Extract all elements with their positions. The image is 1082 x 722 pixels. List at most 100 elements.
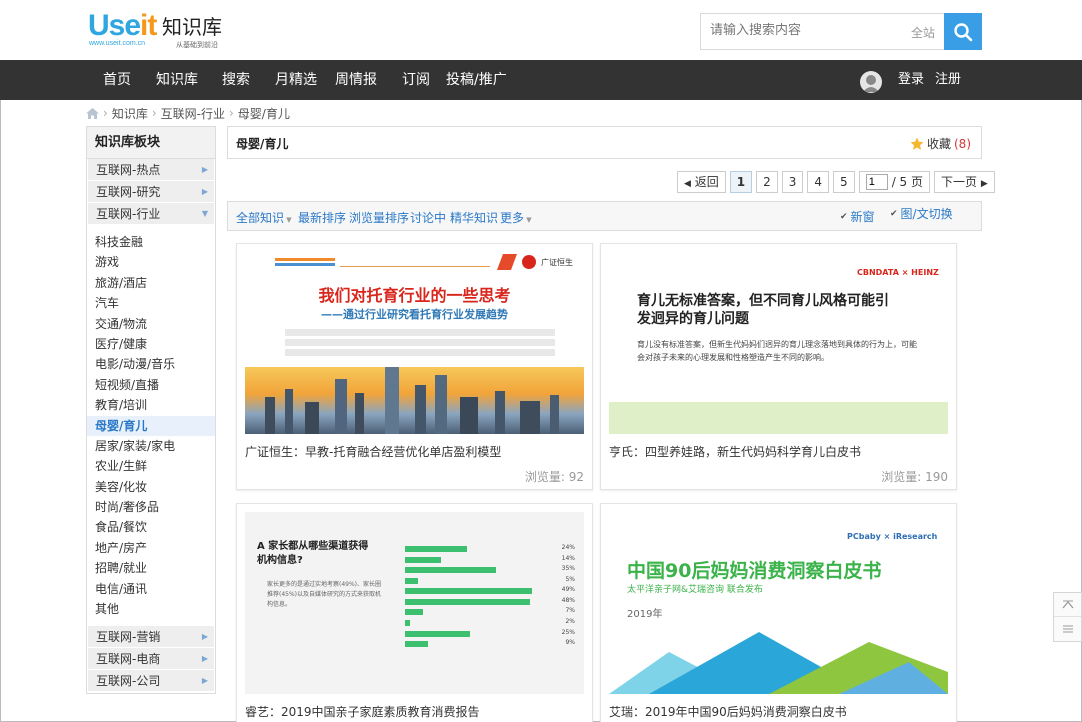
sidebar-subitem[interactable]: 汽车: [87, 293, 215, 313]
home-icon[interactable]: [86, 107, 99, 119]
sidebar-subitem[interactable]: 食品/餐饮: [87, 517, 215, 537]
nav-item-home[interactable]: 首页: [103, 60, 131, 100]
nav-item-submit[interactable]: 投稿/推广: [446, 60, 507, 100]
page-3[interactable]: 3: [781, 171, 804, 193]
card-title[interactable]: 艾瑞：2019年中国90后妈妈消费洞察白皮书: [609, 703, 847, 720]
sidebar-category-hot[interactable]: 互联网-热点 ▶: [88, 159, 214, 181]
sidebar-subitem[interactable]: 医疗/健康: [87, 334, 215, 354]
bar-value-label: 49%: [561, 586, 575, 594]
featured-link[interactable]: 精华知识: [450, 209, 498, 226]
back-button[interactable]: ◀ 返回: [677, 171, 726, 193]
sidebar-category-ecommerce[interactable]: 互联网-电商 ▶: [88, 648, 214, 671]
sidebar-subitem[interactable]: 游戏: [87, 252, 215, 272]
search-input[interactable]: [710, 23, 890, 38]
sidebar-subitem[interactable]: 短视频/直播: [87, 375, 215, 395]
favorite-button[interactable]: 收藏 (8): [910, 135, 971, 152]
sidebar-subitem[interactable]: 科技金融: [87, 232, 215, 252]
card-thumbnail[interactable]: A 家长都从哪些渠道获得机构信息? 家长更多的是通过实地考察(49%)、家长圈推…: [245, 512, 584, 694]
sidebar-subitem[interactable]: 时尚/奢侈品: [87, 497, 215, 517]
next-page-button[interactable]: 下一页 ▶: [934, 171, 995, 193]
back-to-top-button[interactable]: [1054, 593, 1081, 617]
city-skyline-image: [245, 367, 584, 434]
card-title[interactable]: 睿艺：2019中国亲子家庭素质教育消费报告: [245, 703, 480, 720]
filter-all-dropdown[interactable]: 全部知识 ▼: [236, 209, 292, 226]
floating-toolbar: [1053, 592, 1082, 642]
menu-button[interactable]: [1054, 617, 1081, 641]
thumbnail-brand: CBNDATA × HEINZ: [857, 268, 939, 277]
page-1[interactable]: 1: [729, 171, 753, 193]
sort-views-link[interactable]: 浏览量排序: [349, 209, 409, 226]
register-link[interactable]: 注册: [935, 60, 961, 100]
sidebar: 知识库板块 互联网-热点 ▶ 互联网-研究 ▶ 互联网-行业 ▼ 科技金融 游戏 旅游/酒…: [86, 126, 216, 694]
search-scope-select[interactable]: 全站: [911, 24, 935, 41]
sidebar-subitem[interactable]: 美容/化妆: [87, 477, 215, 497]
knowledge-card[interactable]: CBNDATA × HEINZ 育儿无标准答案，但不同育儿风格可能引发迥异的育儿…: [600, 243, 957, 490]
check-icon: ✔: [840, 211, 848, 222]
sidebar-subitem[interactable]: 母婴/育儿: [87, 415, 215, 436]
nav-item-weekly[interactable]: 周情报: [335, 60, 377, 100]
bar-value-label: 35%: [561, 565, 575, 573]
card-title[interactable]: 广证恒生：早教-托育融合经营优化单店盈利模型: [245, 443, 501, 460]
bar-row: 9%: [405, 639, 575, 649]
breadcrumb-item[interactable]: 互联网-行业: [161, 105, 225, 122]
bar: [405, 609, 424, 616]
new-window-checkbox[interactable]: ✔ 新窗: [840, 208, 875, 225]
chevron-right-icon: ▶: [201, 187, 208, 196]
thumbnail-brand: PCbaby × iResearch: [847, 532, 938, 541]
search-box: 全站: [700, 13, 945, 50]
card-thumbnail[interactable]: CBNDATA × HEINZ 育儿无标准答案，但不同育儿风格可能引发迥异的育儿…: [609, 252, 948, 434]
page-2[interactable]: 2: [756, 171, 778, 193]
sidebar-category-industry[interactable]: 互联网-行业 ▼: [88, 203, 214, 225]
knowledge-card[interactable]: 广证恒生 我们对托育行业的一些思考 ——通过行业研究看托育行业发展趋势 广证恒生…: [236, 243, 593, 490]
page-number-input[interactable]: [865, 174, 888, 190]
card-title[interactable]: 亨氏：四型养娃路，新生代妈妈科学育儿白皮书: [609, 443, 861, 460]
card-views: 浏览量: 92: [524, 470, 584, 484]
chevron-right-icon: ▶: [201, 654, 208, 664]
page-4[interactable]: 4: [807, 171, 830, 193]
thumbnail-headline: 我们对托育行业的一些思考: [318, 286, 511, 305]
view-toggle-checkbox[interactable]: ✔ 图/文切换: [890, 205, 953, 222]
sidebar-subitem[interactable]: 交通/物流: [87, 314, 215, 334]
sidebar-subitem[interactable]: 居家/家装/家电: [87, 436, 215, 456]
avatar-icon[interactable]: [860, 71, 882, 93]
sidebar-subitem[interactable]: 农业/生鲜: [87, 456, 215, 476]
card-thumbnail[interactable]: 广证恒生 我们对托育行业的一些思考 ——通过行业研究看托育行业发展趋势: [245, 252, 584, 434]
pagination: ◀ 返回 1 2 3 4 5 / 5 页 下一页 ▶: [677, 171, 999, 193]
nav-item-search[interactable]: 搜索: [222, 60, 250, 100]
nav-item-knowledge[interactable]: 知识库: [156, 60, 198, 100]
sidebar-subitem[interactable]: 旅游/酒店: [87, 273, 215, 293]
discussing-link[interactable]: 讨论中: [410, 209, 446, 226]
card-thumbnail[interactable]: PCbaby × iResearch 中国90后妈妈消费洞察白皮书 太平洋亲子网…: [609, 512, 948, 694]
chevron-right-icon: ▶: [201, 676, 208, 686]
knowledge-card[interactable]: A 家长都从哪些渠道获得机构信息? 家长更多的是通过实地考察(49%)、家长圈推…: [236, 503, 593, 722]
sidebar-subitem[interactable]: 招聘/就业: [87, 558, 215, 578]
bar-row: 5%: [405, 576, 575, 586]
chevron-right-icon: ▶: [201, 165, 208, 174]
sidebar-category-marketing[interactable]: 互联网-营销 ▶: [88, 626, 214, 649]
sidebar-subitem[interactable]: 教育/培训: [87, 395, 215, 415]
nav-item-subscribe[interactable]: 订阅: [402, 60, 430, 100]
sidebar-category-company[interactable]: 互联网-公司 ▶: [88, 670, 214, 693]
sidebar-subitem[interactable]: 电影/动漫/音乐: [87, 354, 215, 374]
breadcrumb-item[interactable]: 知识库: [112, 105, 148, 122]
more-dropdown[interactable]: 更多 ▼: [500, 209, 532, 226]
sidebar-category-research[interactable]: 互联网-研究 ▶: [88, 181, 214, 203]
nav-item-monthly[interactable]: 月精选: [275, 60, 317, 100]
site-logo[interactable]: Useit www.useit.com.cn 知识库 从基础到前沿: [88, 10, 223, 52]
sidebar-subitem[interactable]: 其他: [87, 599, 215, 619]
bar-value-label: 14%: [561, 554, 575, 562]
sort-latest-link[interactable]: 最新排序: [298, 209, 346, 226]
knowledge-card[interactable]: PCbaby × iResearch 中国90后妈妈消费洞察白皮书 太平洋亲子网…: [600, 503, 957, 722]
main-nav: 首页 知识库 搜索 月精选 周情报 订阅 投稿/推广 登录 注册: [0, 60, 1082, 100]
star-icon: [910, 137, 924, 150]
site-slogan: 从基础到前沿: [176, 41, 218, 49]
bar-row: 48%: [405, 597, 575, 607]
search-button[interactable]: [944, 13, 982, 50]
thumbnail-headline: 育儿无标准答案，但不同育儿风格可能引发迥异的育儿问题: [637, 293, 889, 327]
sidebar-title: 知识库板块: [87, 127, 215, 159]
sidebar-subitem[interactable]: 电信/通讯: [87, 579, 215, 599]
login-link[interactable]: 登录: [898, 60, 924, 100]
thumbnail-info-block: [285, 329, 555, 359]
page-5[interactable]: 5: [833, 171, 855, 193]
sidebar-subitem[interactable]: 地产/房产: [87, 538, 215, 558]
